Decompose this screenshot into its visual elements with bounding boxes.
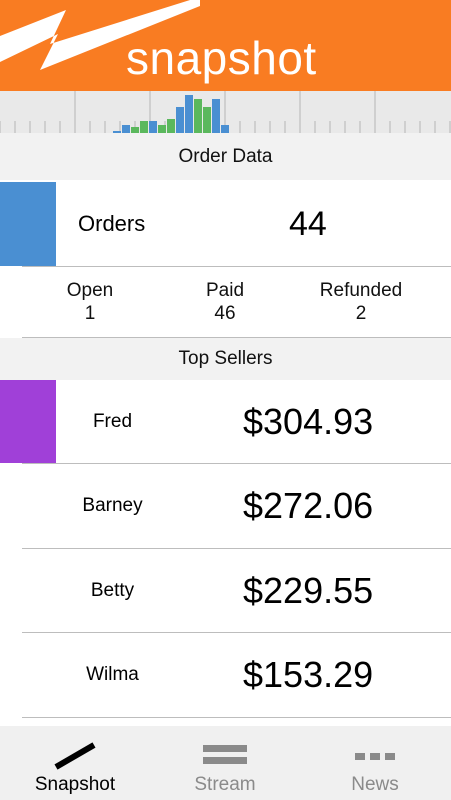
spark-bar [203, 107, 211, 133]
spark-bar [221, 125, 229, 133]
spark-chart-svg [0, 91, 451, 133]
tab-stream[interactable]: Stream [150, 726, 300, 800]
orders-color-swatch [0, 182, 56, 266]
tab-news[interactable]: News [300, 726, 450, 800]
spark-bar [185, 95, 193, 133]
app-brand-title: snapshot [126, 32, 317, 84]
activity-spark-chart [0, 91, 451, 133]
spark-bar [158, 125, 166, 133]
tab-stream-label: Stream [194, 774, 256, 795]
seller-row[interactable]: Betty $229.55 [0, 549, 451, 632]
app-header: snapshot [0, 0, 451, 91]
tab-news-label: News [351, 774, 399, 795]
top-sellers-section-header: Top Sellers [0, 338, 451, 380]
spark-bar [149, 121, 157, 133]
slash-icon [54, 742, 96, 770]
spark-bar [212, 99, 220, 133]
seller-amount: $304.93 [243, 400, 374, 442]
seller-name: Betty [90, 579, 135, 601]
spark-bar [167, 119, 175, 133]
orders-row[interactable]: Orders 44 [0, 182, 451, 266]
paid-value: 46 [214, 303, 236, 324]
refunded-label: Refunded [319, 280, 403, 301]
tab-bar: Snapshot Stream News [0, 726, 451, 800]
open-value: 1 [84, 303, 96, 324]
seller-name: Wilma [86, 664, 139, 685]
seller-amount: $153.29 [243, 654, 374, 695]
refunded-value: 2 [355, 303, 367, 324]
tab-snapshot-label: Snapshot [34, 774, 116, 795]
stream-bars-icon [203, 745, 247, 764]
order-status-stats: Open 1 Paid 46 Refunded 2 [0, 267, 451, 337]
spark-bar [194, 99, 202, 133]
seller-row[interactable]: Barney $272.06 [0, 464, 451, 548]
dots-icon [355, 753, 395, 760]
open-stat: Open 1 [25, 279, 155, 325]
paid-stat: Paid 46 [160, 279, 290, 325]
seller-name: Barney [82, 495, 143, 516]
seller-row[interactable]: Fred $304.93 [0, 380, 451, 463]
paid-label: Paid [205, 280, 245, 301]
seller-name: Fred [92, 410, 133, 432]
spark-bar [176, 107, 184, 133]
seller-row[interactable]: Wilma $153.29 [0, 633, 451, 717]
seller-amount: $272.06 [243, 485, 374, 526]
seller-amount: $229.55 [243, 569, 374, 611]
open-label: Open [66, 280, 114, 301]
spark-bar [140, 121, 148, 133]
refunded-stat: Refunded 2 [296, 279, 426, 325]
orders-label: Orders [78, 211, 146, 236]
tab-snapshot[interactable]: Snapshot [0, 726, 150, 800]
divider [22, 717, 451, 718]
order-data-section-header: Order Data [0, 133, 451, 180]
spark-bar [122, 125, 130, 133]
orders-count: 44 [289, 204, 327, 243]
